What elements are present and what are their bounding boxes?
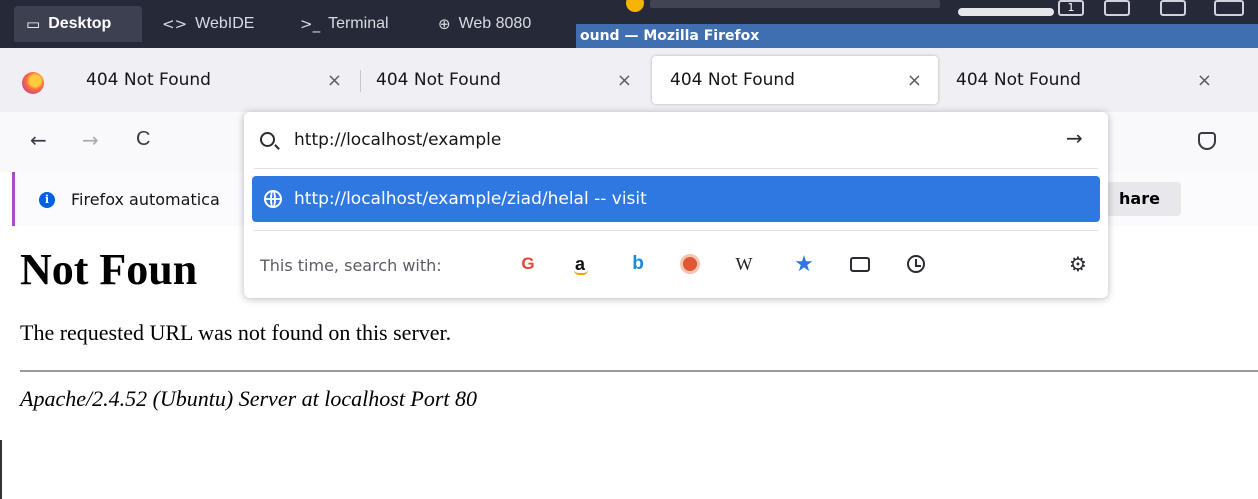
close-icon[interactable]: × [327,70,342,91]
url-input[interactable] [294,126,1054,154]
search-with-label: This time, search with: [260,256,442,275]
browser-tab[interactable]: 404 Not Found × [68,56,358,104]
wikipedia-icon[interactable]: W [730,250,758,278]
chat-icon[interactable] [1104,0,1130,16]
browser-tab[interactable]: 404 Not Found × [358,56,648,104]
lightbulb-icon[interactable] [626,0,644,12]
server-signature: Apache/2.4.52 (Ubuntu) Server at localho… [20,386,478,411]
close-icon[interactable]: × [617,70,632,91]
tab-title: 404 Not Found [956,70,1081,90]
browser-tab-active[interactable]: 404 Not Found × [652,56,938,104]
notification-count-badge[interactable]: 1 [1058,0,1084,16]
globe-icon [264,190,282,208]
lab-tab-label: Web 8080 [458,15,532,32]
close-icon[interactable]: × [1197,70,1212,91]
close-icon[interactable]: × [907,70,922,91]
bookmarks-star-icon[interactable]: ★ [790,250,818,278]
progress-pill [958,8,1054,16]
tab-title: 404 Not Found [670,70,795,90]
desktop-icon: ▭ [26,15,41,33]
lab-tab-label: Terminal [328,15,389,32]
code-icon: <> [162,15,188,33]
amazon-icon[interactable]: a [566,250,594,278]
lab-tab-label: Desktop [48,15,112,32]
dropdown-divider [254,230,1098,231]
globe-icon: ⊕ [438,15,451,33]
back-arrow-icon[interactable]: ← [30,128,47,152]
tabs-icon[interactable] [846,250,874,278]
window-title-bar: ound — Mozilla Firefox [576,24,1258,48]
lab-tab-label: WebIDE [195,15,255,32]
lab-tab-bar: ▭ Desktop <> WebIDE >_ Terminal ⊕ Web 80… [0,0,1258,48]
info-icon: i [39,192,55,208]
browser-tab[interactable]: 404 Not Found × [938,56,1228,104]
url-suggestion[interactable]: http://localhost/example/ziad/helal -- v… [252,176,1100,222]
suggestion-text: http://localhost/example/ziad/helal -- v… [294,189,647,209]
go-arrow-icon[interactable]: → [1066,126,1083,150]
divider [20,370,1258,372]
reload-icon[interactable]: C [136,128,150,151]
lab-tab-webide[interactable]: <> WebIDE [150,6,278,42]
browser-tab-strip: 404 Not Found × 404 Not Found × 404 Not … [0,48,1258,112]
notification-text: Firefox automatica [71,190,220,209]
history-clock-icon[interactable] [902,250,930,278]
lab-tab-desktop[interactable]: ▭ Desktop [14,6,142,42]
tab-title: 404 Not Found [376,70,501,90]
notification-button[interactable]: hare [1099,182,1181,216]
duckduckgo-icon[interactable] [676,250,704,278]
window-icon[interactable] [1160,0,1186,16]
tab-title: 404 Not Found [86,70,211,90]
forward-arrow-icon[interactable]: → [82,128,99,152]
lab-tab-terminal[interactable]: >_ Terminal [288,6,418,42]
search-icon [260,132,275,147]
lab-tab-web-8080[interactable]: ⊕ Web 8080 [426,6,572,42]
dropdown-divider [254,168,1098,169]
bing-icon[interactable]: b [624,250,652,278]
window-edge [0,440,10,499]
firefox-logo-icon[interactable] [22,72,44,94]
search-settings-gear-icon[interactable]: ⚙ [1064,250,1092,278]
url-dropdown-panel: → http://localhost/example/ziad/helal --… [244,112,1108,298]
terminal-icon: >_ [300,15,321,33]
error-message: The requested URL was not found on this … [20,320,452,345]
lab-title-obscured [650,0,940,8]
settings-icon[interactable] [1214,0,1244,16]
google-icon[interactable]: G [514,250,542,278]
pocket-icon[interactable] [1198,132,1216,150]
url-bar: → [244,112,1108,168]
page-title: Not Foun [20,245,198,294]
